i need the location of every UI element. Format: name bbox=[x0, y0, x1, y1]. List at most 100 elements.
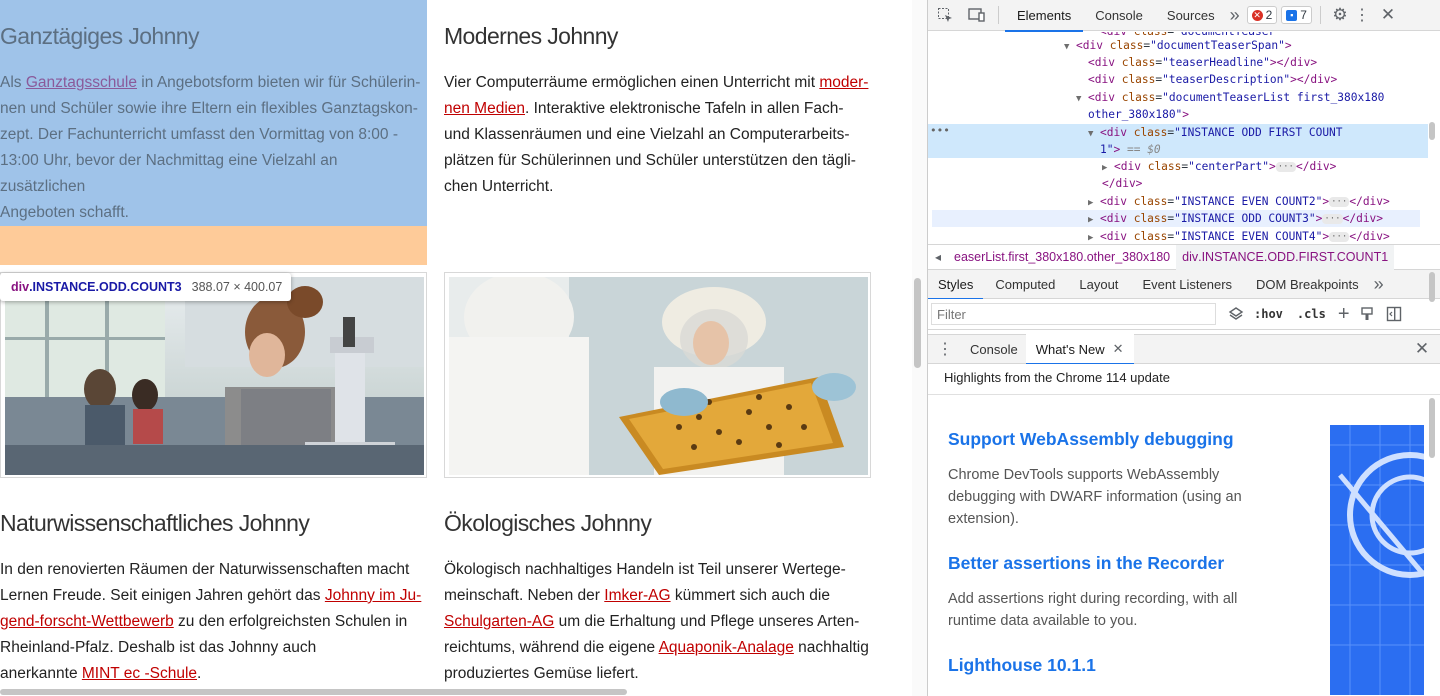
teaser-link[interactable]: gend-forscht-Wettbewerb bbox=[0, 613, 174, 630]
dom-node[interactable]: 1"> == $0 bbox=[928, 141, 1428, 158]
inspect-element-icon[interactable] bbox=[928, 7, 962, 23]
teaser-description: Vier Computerräume ermöglichen einen Unt… bbox=[444, 74, 869, 195]
dom-node[interactable]: ▼ <div class="INSTANCE ODD FIRST COUNT bbox=[928, 124, 1428, 141]
teaser-oekologisches: Ökologisches Johnny Ökologisch nachhalti… bbox=[444, 509, 884, 687]
new-style-rule-icon[interactable]: + bbox=[1338, 303, 1350, 326]
tab-sources[interactable]: Sources bbox=[1155, 0, 1227, 31]
inspect-highlight-padding bbox=[0, 226, 427, 265]
drawer-tab-console[interactable]: Console bbox=[962, 334, 1026, 364]
tab-elements[interactable]: Elements bbox=[1005, 0, 1084, 32]
gear-icon[interactable]: ⚙ bbox=[1329, 5, 1351, 25]
teaser-link[interactable]: Johnny im Ju- bbox=[325, 587, 421, 604]
paint-bucket-icon[interactable] bbox=[1360, 306, 1374, 322]
more-tabs-icon[interactable]: » bbox=[1227, 5, 1243, 26]
drawer-tab-label: What's New bbox=[1035, 341, 1105, 357]
message-count-badge[interactable]: ▪ 7 bbox=[1281, 6, 1312, 24]
tab-console[interactable]: Console bbox=[1083, 0, 1155, 31]
breadcrumb-tag: div bbox=[1182, 250, 1199, 264]
element-inspect-tooltip: div .INSTANCE.ODD.COUNT3 388.07 × 400.07 bbox=[0, 273, 292, 301]
teaser-description: Als Ganztagsschule in Angebotsform biete… bbox=[0, 74, 421, 221]
page-vertical-scrollbar-thumb[interactable] bbox=[914, 278, 921, 368]
whats-new-drawer: Highlights from the Chrome 114 update Su… bbox=[928, 364, 1440, 696]
whats-new-illustration bbox=[1330, 425, 1424, 695]
whats-new-item-body: Add assertions right during recording, w… bbox=[948, 591, 1238, 629]
error-count: 2 bbox=[1265, 8, 1273, 22]
whats-new-item-title[interactable]: Support WebAssembly debugging bbox=[948, 429, 1278, 450]
teaser-link[interactable]: moder- bbox=[819, 74, 868, 91]
teaser-headline: Naturwissenschaftliches Johnny bbox=[0, 510, 310, 536]
teaser-headline: Ökologisches Johnny bbox=[444, 510, 652, 536]
close-drawer-icon[interactable]: ✕ bbox=[1404, 339, 1440, 359]
breadcrumb-item-label: .INSTANCE.ODD.FIRST.COUNT1 bbox=[1198, 250, 1389, 264]
tab-layout[interactable]: Layout bbox=[1067, 270, 1130, 299]
page-horizontal-scrollbar[interactable] bbox=[0, 688, 912, 696]
teaser-image-science[interactable] bbox=[0, 272, 427, 478]
teaser-link[interactable]: Schulgarten-AG bbox=[444, 613, 554, 630]
dom-node[interactable]: ▶ <div class="INSTANCE EVEN COUNT4"> ··· </… bbox=[928, 228, 1428, 244]
tab-styles[interactable]: Styles bbox=[928, 270, 984, 300]
drawer-tabbar: ⋮ Console What's New ✕ ✕ bbox=[928, 334, 1440, 365]
drawer-menu-icon[interactable]: ⋮ bbox=[928, 339, 962, 359]
breadcrumb-item[interactable]: easerList.first_380x180.other_380x180 bbox=[948, 250, 1176, 264]
error-icon: ✕ bbox=[1251, 9, 1263, 21]
teaser-link[interactable]: Ganztagsschule bbox=[26, 74, 137, 91]
styles-scrollbar[interactable] bbox=[1429, 272, 1435, 302]
dom-node-hovered[interactable]: ▶ <div class="INSTANCE ODD COUNT3"> ··· </d… bbox=[932, 210, 1420, 227]
beekeeping-photo bbox=[449, 277, 868, 475]
message-count: 7 bbox=[1300, 8, 1307, 22]
more-tabs-icon[interactable]: » bbox=[1371, 274, 1387, 295]
whats-new-item-title[interactable]: Lighthouse 10.1.1 bbox=[948, 655, 1278, 676]
cls-toggle[interactable]: .cls bbox=[1297, 307, 1326, 321]
whats-new-item: Support WebAssembly debugging Chrome Dev… bbox=[948, 429, 1278, 530]
error-count-badge[interactable]: ✕ 2 bbox=[1246, 6, 1278, 24]
tooltip-size: 388.07 × 400.07 bbox=[191, 280, 283, 294]
drawer-scrollbar[interactable] bbox=[1429, 398, 1435, 458]
styles-filter-input[interactable]: Filter bbox=[931, 303, 1216, 325]
dom-node[interactable]: ▼ <div class="documentTeaserList first_38… bbox=[928, 89, 1428, 106]
teaser-link[interactable]: Imker-AG bbox=[604, 587, 670, 604]
message-icon: ▪ bbox=[1286, 9, 1298, 21]
hov-toggle[interactable]: :hov bbox=[1254, 307, 1283, 321]
styles-filter-bar: Filter :hov .cls + bbox=[928, 299, 1440, 330]
layers-icon[interactable] bbox=[1228, 306, 1244, 322]
drawer-tab-whats-new[interactable]: What's New ✕ bbox=[1025, 334, 1134, 365]
toggle-sidebar-icon[interactable] bbox=[1386, 306, 1402, 322]
kebab-menu-icon[interactable]: ⋮ bbox=[1351, 5, 1373, 25]
dom-node[interactable]: ▶ <div class="INSTANCE EVEN COUNT2"> ··· </… bbox=[928, 193, 1428, 210]
breadcrumb-item-label: easerList.first_380x180.other_380x180 bbox=[954, 250, 1171, 264]
teaser-link[interactable]: Aquaponik-Analage bbox=[659, 639, 794, 656]
whats-new-item-title[interactable]: Better assertions in the Recorder bbox=[948, 553, 1278, 574]
close-tab-icon[interactable]: ✕ bbox=[1113, 341, 1124, 357]
dom-node[interactable]: </div> bbox=[928, 175, 1428, 192]
dom-node[interactable]: <div class="teaserHeadline"></div> bbox=[928, 54, 1428, 71]
dom-node[interactable]: <div class="teaserDescription"></div> bbox=[928, 71, 1428, 88]
science-photo bbox=[5, 277, 424, 475]
breadcrumb-scroll-left-icon[interactable]: ◂ bbox=[928, 250, 948, 264]
dom-node[interactable]: other_380x180"> bbox=[928, 106, 1428, 123]
teaser-image-beekeeping[interactable] bbox=[444, 272, 871, 478]
tab-computed[interactable]: Computed bbox=[983, 270, 1067, 299]
device-toolbar-icon[interactable] bbox=[962, 7, 992, 23]
toolbar-divider bbox=[1319, 6, 1321, 24]
dom-node[interactable]: ▶ <div class="centerPart"> ··· </div> bbox=[928, 158, 1428, 175]
scrollbar-thumb[interactable] bbox=[0, 689, 627, 695]
tab-dom-breakpoints[interactable]: DOM Breakpoints bbox=[1244, 270, 1371, 299]
devtools-panel: Elements Console Sources » ✕2 ▪7 ⚙ ⋮ ✕ <… bbox=[928, 0, 1440, 696]
teaser-description: In den renovierten Räumen der Naturwisse… bbox=[0, 561, 422, 682]
teaser-ganztaegiges: Ganztägiges Johnny Als Ganztagsschule in… bbox=[0, 22, 427, 226]
teaser-headline: Ganztägiges Johnny bbox=[0, 23, 200, 49]
devtools-main-toolbar: Elements Console Sources » ✕ 2 ▪ 7 ⚙ ⋮ ✕ bbox=[928, 0, 1440, 32]
tooltip-classes: .INSTANCE.ODD.COUNT3 bbox=[29, 280, 182, 294]
elements-dom-tree[interactable]: <div class="documentTeaser" ▼<div class=… bbox=[928, 32, 1440, 244]
dom-tree-scrollbar[interactable] bbox=[1429, 122, 1435, 140]
whats-new-item: Better assertions in the Recorder Add as… bbox=[948, 553, 1278, 632]
teaser-link[interactable]: nen Medien bbox=[444, 100, 525, 117]
teaser-link[interactable]: MINT ec -Schule bbox=[82, 665, 197, 682]
tab-event-listeners[interactable]: Event Listeners bbox=[1130, 270, 1244, 299]
close-icon[interactable]: ✕ bbox=[1373, 5, 1403, 25]
breadcrumb-item-active[interactable]: div .INSTANCE.ODD.FIRST.COUNT1 bbox=[1176, 244, 1395, 270]
styles-tabbar: Styles Computed Layout Event Listeners D… bbox=[928, 270, 1440, 300]
teaser-headline: Modernes Johnny bbox=[444, 23, 618, 49]
teaser-modernes: Modernes Johnny Vier Computerräume ermög… bbox=[444, 22, 884, 200]
dom-node[interactable]: ▼ <div class="documentTeaserSpan"> bbox=[928, 37, 1428, 54]
